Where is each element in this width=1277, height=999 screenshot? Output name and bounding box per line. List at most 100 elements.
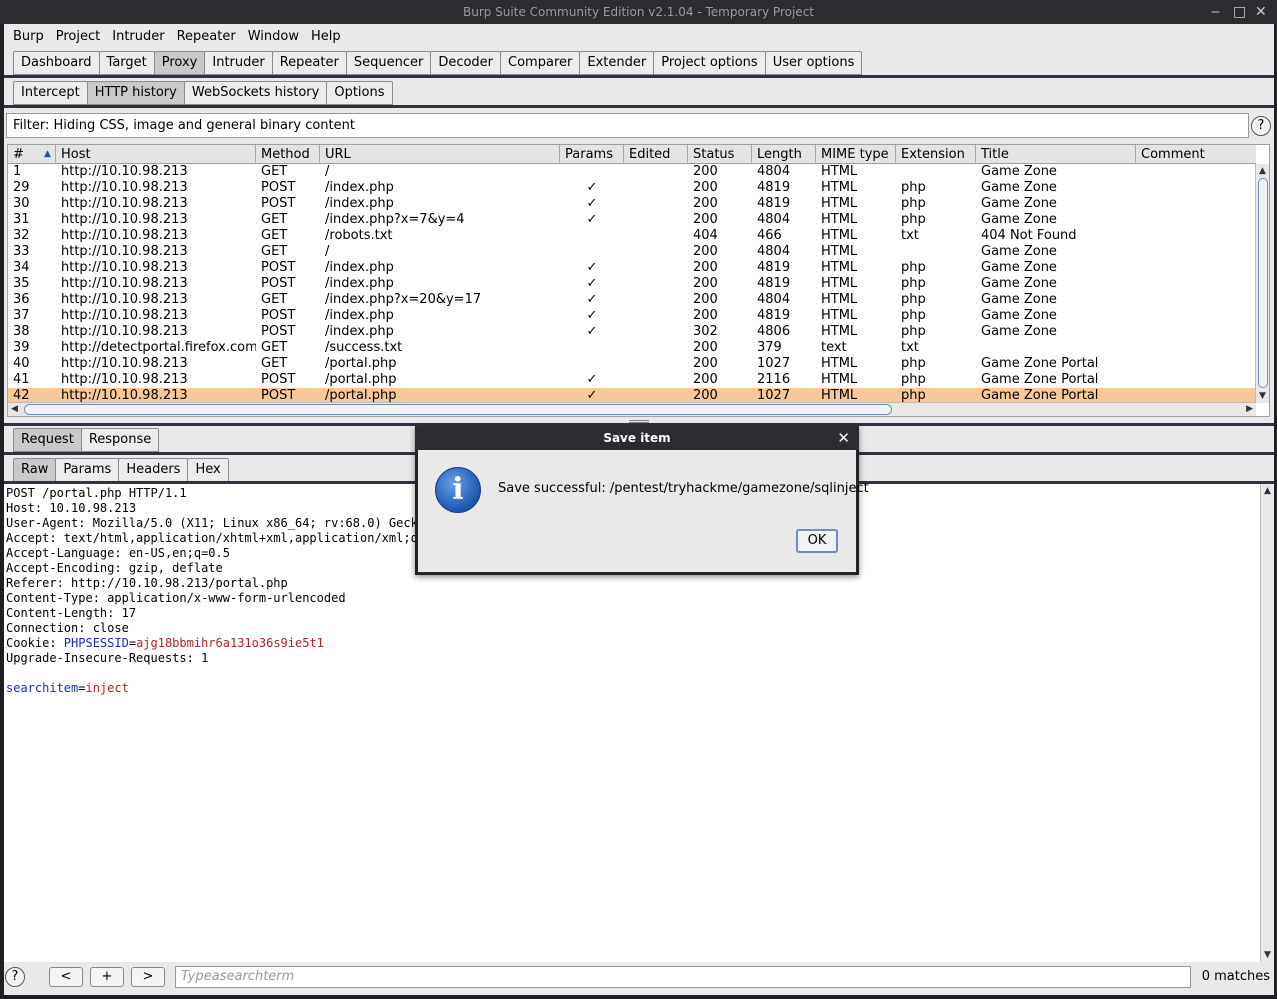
cell-num: 34 <box>13 260 30 275</box>
col-header-length[interactable]: Length <box>752 145 816 164</box>
tab-project-options[interactable]: Project options <box>653 51 766 75</box>
table-row[interactable]: 1 http://10.10.98.213 GET / 200 4804 HTML Game … <box>8 164 1256 180</box>
ok-button[interactable]: OK <box>796 529 838 553</box>
table-row[interactable]: 29 http://10.10.98.213 POST/index.php ✓ 200 4… <box>8 180 1256 196</box>
header-line: Connection: close <box>6 621 129 635</box>
tab-proxy[interactable]: Proxy <box>153 51 206 75</box>
col-header-url[interactable]: URL <box>320 145 560 164</box>
col-header-host[interactable]: Host <box>56 145 256 164</box>
menu-repeater[interactable]: Repeater <box>171 29 242 44</box>
col-header-title[interactable]: Title <box>976 145 1136 164</box>
search-help-icon[interactable]: ? <box>5 967 25 987</box>
table-vertical-scrollbar[interactable]: ▲ ▼ <box>1255 164 1269 403</box>
table-row[interactable]: 32 http://10.10.98.213 GET/robots.txt 404 46… <box>8 228 1256 244</box>
minimize-icon[interactable]: ‒ <box>1211 0 1220 24</box>
cell-title: Game Zone <box>981 308 1057 323</box>
cell-num: 38 <box>13 324 30 339</box>
cell-mime: HTML <box>821 324 858 339</box>
editor-vertical-scrollbar[interactable]: ▲ ▼ <box>1260 484 1274 962</box>
tab-extender[interactable]: Extender <box>579 51 655 75</box>
menu-help[interactable]: Help <box>305 29 347 44</box>
menu-window[interactable]: Window <box>242 29 305 44</box>
cell-mime: HTML <box>821 356 858 371</box>
scrollbar-thumb[interactable] <box>1258 178 1268 388</box>
tab-target[interactable]: Target <box>98 51 155 75</box>
cell-params: ✓ <box>586 292 598 307</box>
cookie-eq: = <box>128 636 137 650</box>
table-row[interactable]: 37 http://10.10.98.213 POST/index.php ✓ 200 4… <box>8 308 1256 324</box>
tab-sequencer[interactable]: Sequencer <box>345 51 432 75</box>
search-prev-button[interactable]: < <box>49 967 83 987</box>
tab-comparer[interactable]: Comparer <box>500 51 581 75</box>
tab-decoder[interactable]: Decoder <box>430 51 502 75</box>
table-horizontal-scrollbar[interactable]: ◀ ▶ <box>8 402 1256 416</box>
scroll-right-icon[interactable]: ▶ <box>1246 404 1253 414</box>
table-row[interactable]: 36 http://10.10.98.213 GET/index.php?x=20&… <box>8 292 1256 308</box>
tab-headers[interactable]: Headers <box>118 458 189 482</box>
tab-user-options[interactable]: User options <box>764 51 863 75</box>
cell-length: 1027 <box>757 356 791 371</box>
search-input[interactable]: Typeasearchterm <box>175 966 1191 988</box>
body-param-value: inject <box>85 681 129 695</box>
search-match-count: 0 matches <box>1201 969 1270 984</box>
menu-project[interactable]: Project <box>50 29 106 44</box>
table-row[interactable]: 30 http://10.10.98.213 POST/index.php ✓ 200 4… <box>8 196 1256 212</box>
scroll-left-icon[interactable]: ◀ <box>11 404 18 414</box>
tab-repeater[interactable]: Repeater <box>271 51 347 75</box>
maximize-icon[interactable]: □ <box>1233 0 1246 24</box>
col-header-mime[interactable]: MIME type <box>816 145 896 164</box>
col-header-edited[interactable]: Edited <box>624 145 688 164</box>
search-bar: ? < + > Typeasearchterm 0 matches <box>4 964 1274 991</box>
table-row[interactable]: 38 http://10.10.98.213 POST/index.php ✓ 302 4… <box>8 324 1256 340</box>
scrollbar-thumb[interactable] <box>24 404 892 415</box>
table-row[interactable]: 40 http://10.10.98.213 GET/portal.php 200 10… <box>8 356 1256 372</box>
menu-burp[interactable]: Burp <box>7 29 50 44</box>
scroll-down-icon[interactable]: ▼ <box>1264 950 1271 960</box>
col-header-extension[interactable]: Extension <box>896 145 976 164</box>
cell-num: 30 <box>13 196 30 211</box>
scroll-down-icon[interactable]: ▼ <box>1259 391 1266 401</box>
search-next-button[interactable]: > <box>131 967 165 987</box>
col-header-num[interactable]: # ▲ <box>8 145 56 164</box>
table-row[interactable]: 34 http://10.10.98.213 POST/index.php ✓ 200 4… <box>8 260 1256 276</box>
cell-length: 4819 <box>757 260 791 275</box>
table-row[interactable]: 31 http://10.10.98.213 GET/index.php?x=7&y… <box>8 212 1256 228</box>
scroll-up-icon[interactable]: ▲ <box>1259 166 1266 176</box>
table-row[interactable]: 41 http://10.10.98.213 POST/portal.php ✓ 200… <box>8 372 1256 388</box>
col-header-status[interactable]: Status <box>688 145 752 164</box>
cell-ext: php <box>901 372 926 387</box>
table-row[interactable]: 39 http://detectportal.firefox.com GET/suc… <box>8 340 1256 356</box>
cell-host: http://10.10.98.213 <box>61 292 188 307</box>
cell-url: /index.php <box>325 308 394 323</box>
tab-response[interactable]: Response <box>80 428 160 452</box>
col-header-method[interactable]: Method <box>256 145 320 164</box>
scroll-up-icon[interactable]: ▲ <box>1264 486 1271 496</box>
col-header-comment[interactable]: Comment <box>1136 145 1256 164</box>
table-row[interactable]: 33 http://10.10.98.213 GET / 200 4804 HTML Game… <box>8 244 1256 260</box>
tab-params[interactable]: Params <box>55 458 120 482</box>
tab-raw[interactable]: Raw <box>13 458 57 482</box>
tab-http-history[interactable]: HTTP history <box>86 81 185 105</box>
menu-intruder[interactable]: Intruder <box>106 29 170 44</box>
tab-request[interactable]: Request <box>13 428 82 452</box>
search-add-button[interactable]: + <box>90 967 124 987</box>
cell-host: http://10.10.98.213 <box>61 196 188 211</box>
cell-host: http://10.10.98.213 <box>61 276 188 291</box>
close-window-icon[interactable]: ✕ <box>1255 0 1267 24</box>
filter-bar[interactable]: Filter: Hiding CSS, image and general bi… <box>6 113 1249 138</box>
tab-hex[interactable]: Hex <box>187 458 229 482</box>
tab-intruder[interactable]: Intruder <box>204 51 273 75</box>
table-row[interactable]: 35 http://10.10.98.213 POST/index.php ✓ 200 4… <box>8 276 1256 292</box>
tab-intercept[interactable]: Intercept <box>13 81 88 105</box>
col-header-params[interactable]: Params <box>560 145 624 164</box>
close-icon[interactable]: ✕ <box>837 426 850 450</box>
tab-dashboard[interactable]: Dashboard <box>13 51 100 75</box>
cell-host: http://10.10.98.213 <box>61 212 188 227</box>
filter-help-icon[interactable]: ? <box>1251 116 1271 136</box>
cell-url: /index.php <box>325 276 394 291</box>
view-tabs: Raw Params Headers Hex <box>13 458 229 482</box>
cell-host: http://10.10.98.213 <box>61 164 188 179</box>
tab-proxy-options[interactable]: Options <box>326 81 393 105</box>
tab-websockets-history[interactable]: WebSockets history <box>183 81 328 105</box>
divider <box>4 105 1274 108</box>
